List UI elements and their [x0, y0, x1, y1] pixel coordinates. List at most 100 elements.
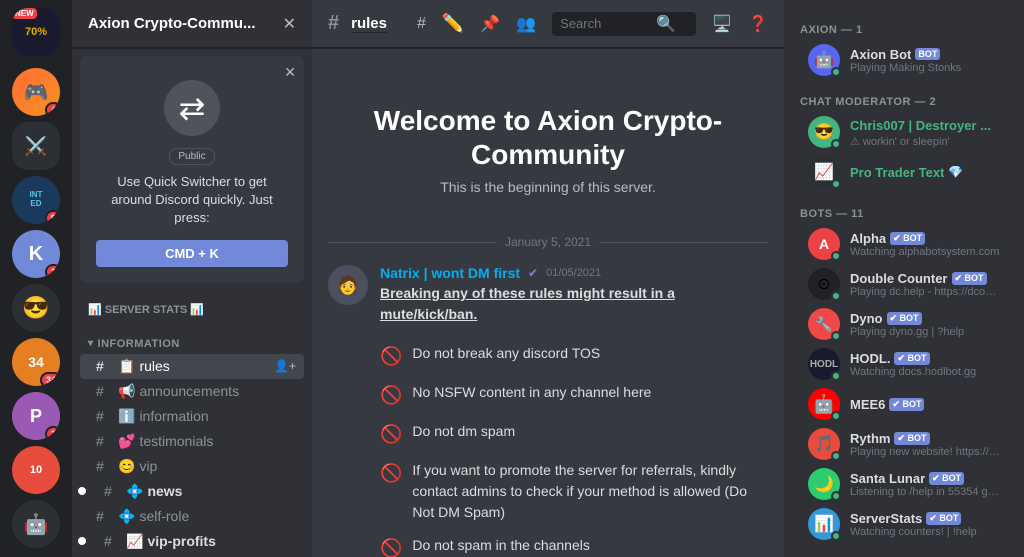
- make-order-section-header[interactable]: ▾ MAKE AN ORDER: [72, 554, 312, 557]
- vip-profits-notification-dot: [78, 537, 86, 545]
- server-icon-10[interactable]: 10: [12, 446, 60, 494]
- rythm-avatar: 🎵: [808, 428, 840, 460]
- quick-switcher-close[interactable]: ✕: [284, 64, 296, 81]
- server-icon-k[interactable]: K 1: [12, 230, 60, 278]
- bot-icon: 🤖: [24, 512, 49, 537]
- chris007-status-text: ⚠ workin' or sleepin': [850, 135, 1000, 148]
- server-icon-bot[interactable]: 🤖: [12, 500, 60, 548]
- channel-name-vip: vip: [139, 458, 296, 474]
- rule-5-text: Do not spam in the channels: [412, 535, 589, 556]
- member-santa-lunar[interactable]: 🌙 Santa Lunar ✔ BOT Listening to /help i…: [792, 464, 1016, 504]
- double-counter-status: [831, 291, 841, 301]
- channel-vip[interactable]: # 😊 vip: [80, 454, 304, 479]
- member-mee6[interactable]: 🤖 MEE6 ✔ BOT: [792, 384, 1016, 424]
- dyno-status: [831, 331, 841, 341]
- channel-vip-profits[interactable]: # 📈 vip-profits: [80, 529, 304, 554]
- alpha-status: [831, 251, 841, 261]
- slash-icon[interactable]: ✏️: [442, 13, 464, 34]
- server-icon-axion[interactable]: ⚔️: [12, 122, 60, 170]
- channel-testimonials[interactable]: # 💕 testimonials: [80, 429, 304, 454]
- server-4-badge: 4: [45, 102, 60, 116]
- rules-emoji: 📋: [118, 358, 135, 375]
- quick-switcher-shortcut[interactable]: CMD + K: [96, 240, 288, 267]
- server-icon-face[interactable]: 😎: [12, 284, 60, 332]
- pro-trader-name-row: Pro Trader Text 💎: [850, 165, 1000, 180]
- testimonials-hash-icon: #: [96, 433, 112, 449]
- serverstats-name-row: ServerStats ✔ BOT: [850, 511, 1000, 526]
- member-alpha[interactable]: A Alpha ✔ BOT Watching alphabotsystem.co…: [792, 224, 1016, 264]
- quick-switcher-icon: ⇄: [164, 80, 220, 136]
- serverstats-avatar-emoji: 📊: [814, 514, 834, 534]
- pin-icon[interactable]: 📌: [480, 14, 500, 34]
- quick-switcher-title: Use Quick Switcher to get around Discord…: [96, 173, 288, 228]
- search-input[interactable]: [560, 16, 650, 31]
- rythm-status: [831, 451, 841, 461]
- server-icon-4[interactable]: 🎮 4: [12, 68, 60, 116]
- 34-icon: 34: [28, 354, 44, 370]
- channel-rules[interactable]: # 📋 rules 👤+: [80, 354, 304, 379]
- verified-icon: ✔: [528, 266, 538, 280]
- mee6-info: MEE6 ✔ BOT: [850, 397, 1000, 412]
- rule-4: 🚫 If you want to promote the server for …: [380, 460, 768, 523]
- rule-5-emoji: 🚫: [380, 535, 402, 557]
- divider-line-right: [599, 242, 768, 243]
- serverstats-status-text: Watching counters! | !help: [850, 526, 1000, 538]
- axion-section-header: AXION — 1: [784, 16, 1024, 40]
- dyno-status-text: Playing dyno.gg | ?help: [850, 326, 1000, 338]
- dyno-avatar: 🔧: [808, 308, 840, 340]
- rule-4-emoji: 🚫: [380, 460, 402, 487]
- member-dyno[interactable]: 🔧 Dyno ✔ BOT Playing dyno.gg | ?help: [792, 304, 1016, 344]
- inbox-icon[interactable]: 🖥️: [712, 14, 732, 34]
- member-axion-bot[interactable]: 🤖 Axion Bot BOT Playing Making Stonks: [792, 40, 1016, 80]
- search-icon: 🔍: [656, 14, 676, 34]
- alpha-name-row: Alpha ✔ BOT: [850, 231, 1000, 246]
- add-member-icon[interactable]: 👤+: [274, 359, 296, 373]
- channel-information[interactable]: # ℹ️ information: [80, 404, 304, 429]
- serverstats-name: ServerStats: [850, 511, 922, 526]
- server-icon-int[interactable]: INTED 9: [12, 176, 60, 224]
- dyno-name-row: Dyno ✔ BOT: [850, 311, 1000, 326]
- member-hodl[interactable]: HODL HODL. ✔ BOT Watching docs.hodlbot.g…: [792, 344, 1016, 384]
- dyno-info: Dyno ✔ BOT Playing dyno.gg | ?help: [850, 311, 1000, 338]
- search-bar[interactable]: 🔍: [552, 12, 696, 36]
- natrix-message-heading: Breaking any of these rules might result…: [380, 283, 768, 325]
- vip-emoji: 😊: [118, 458, 135, 475]
- server-header[interactable]: Axion Crypto-Commu... ✕: [72, 0, 312, 48]
- channel-self-role[interactable]: # 💠 self-role: [80, 504, 304, 529]
- member-double-counter[interactable]: ⊙ Double Counter ✔ BOT Playing dc.help -…: [792, 264, 1016, 304]
- member-serverstats[interactable]: 📊 ServerStats ✔ BOT Watching counters! |…: [792, 504, 1016, 544]
- channel-name-rules: rules: [139, 358, 274, 374]
- double-counter-avatar: ⊙: [808, 268, 840, 300]
- date-divider: January 5, 2021: [328, 235, 768, 249]
- rule-3-text: Do not dm spam: [412, 421, 515, 442]
- k-icon: K: [29, 243, 43, 266]
- server-icon-34[interactable]: 34 34: [12, 338, 60, 386]
- rule-3-emoji: 🚫: [380, 421, 402, 448]
- server-icon-p[interactable]: P 1: [12, 392, 60, 440]
- help-icon[interactable]: ❓: [748, 14, 768, 34]
- server-icon-new[interactable]: NEW 70%: [12, 8, 60, 56]
- pro-trader-gem: 💎: [948, 165, 963, 179]
- chris007-avatar-emoji: 😎: [814, 122, 834, 142]
- hashtag-icon[interactable]: #: [417, 15, 426, 33]
- santa-lunar-status-text: Listening to /help in 55354 gui...: [850, 486, 1000, 498]
- santa-lunar-badge: ✔ BOT: [929, 472, 964, 485]
- member-rythm[interactable]: 🎵 Rythm ✔ BOT Playing new website! https…: [792, 424, 1016, 464]
- server-stats-header[interactable]: 📊 SERVER STATS 📊: [72, 299, 312, 324]
- welcome-subtitle: This is the beginning of this server.: [328, 179, 768, 195]
- information-section-header[interactable]: ▾ INFORMATION: [72, 324, 312, 354]
- member-pro-trader[interactable]: 📈 Pro Trader Text 💎: [792, 152, 1016, 192]
- alpha-bot-badge: ✔ BOT: [890, 232, 925, 245]
- members-icon[interactable]: 👥: [516, 14, 536, 34]
- channel-news[interactable]: # 💠 news: [80, 479, 304, 504]
- channel-announcements[interactable]: # 📢 announcements: [80, 379, 304, 404]
- rule-4-text: If you want to promote the server for re…: [412, 460, 768, 523]
- member-chris007[interactable]: 😎 Chris007 | Destroyer ... ⚠ workin' or …: [792, 112, 1016, 152]
- channel-hash: #: [328, 12, 339, 35]
- rythm-avatar-emoji: 🎵: [814, 434, 834, 454]
- double-counter-name: Double Counter: [850, 271, 948, 286]
- natrix-author: Natrix | wont DM first: [380, 265, 520, 281]
- channel-name-self-role: self-role: [139, 508, 296, 524]
- message-natrix: 🧑 Natrix | wont DM first ✔ 01/05/2021 Br…: [328, 265, 768, 557]
- p-badge: 1: [45, 426, 60, 440]
